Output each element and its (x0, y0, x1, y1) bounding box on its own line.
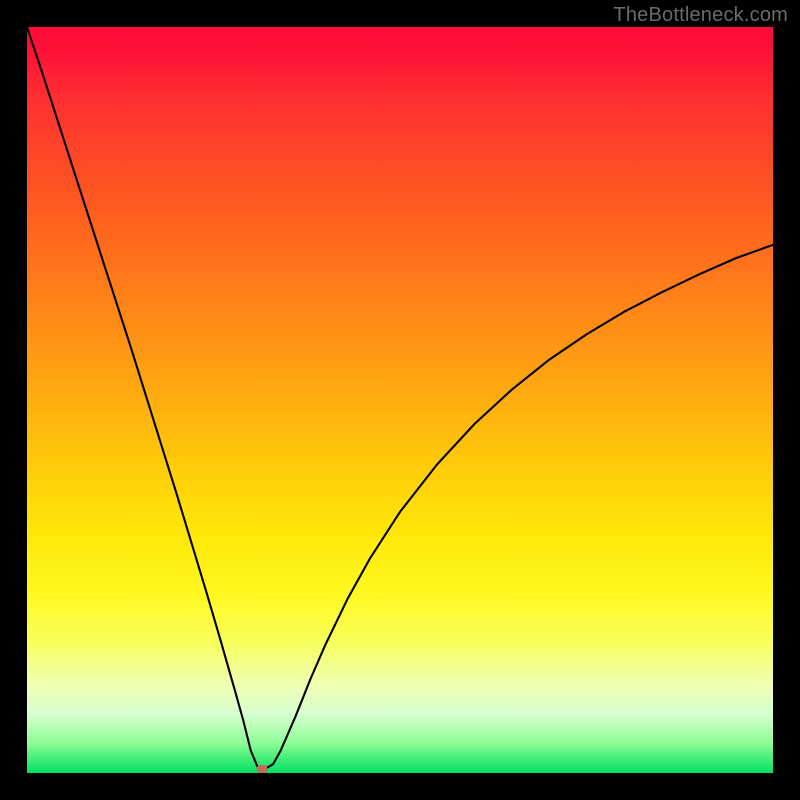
chart-frame: TheBottleneck.com (0, 0, 800, 800)
attribution-text: TheBottleneck.com (613, 4, 788, 27)
bottleneck-curve (27, 27, 773, 773)
chart-plot-area (27, 27, 773, 773)
optimal-point-marker (256, 765, 267, 773)
